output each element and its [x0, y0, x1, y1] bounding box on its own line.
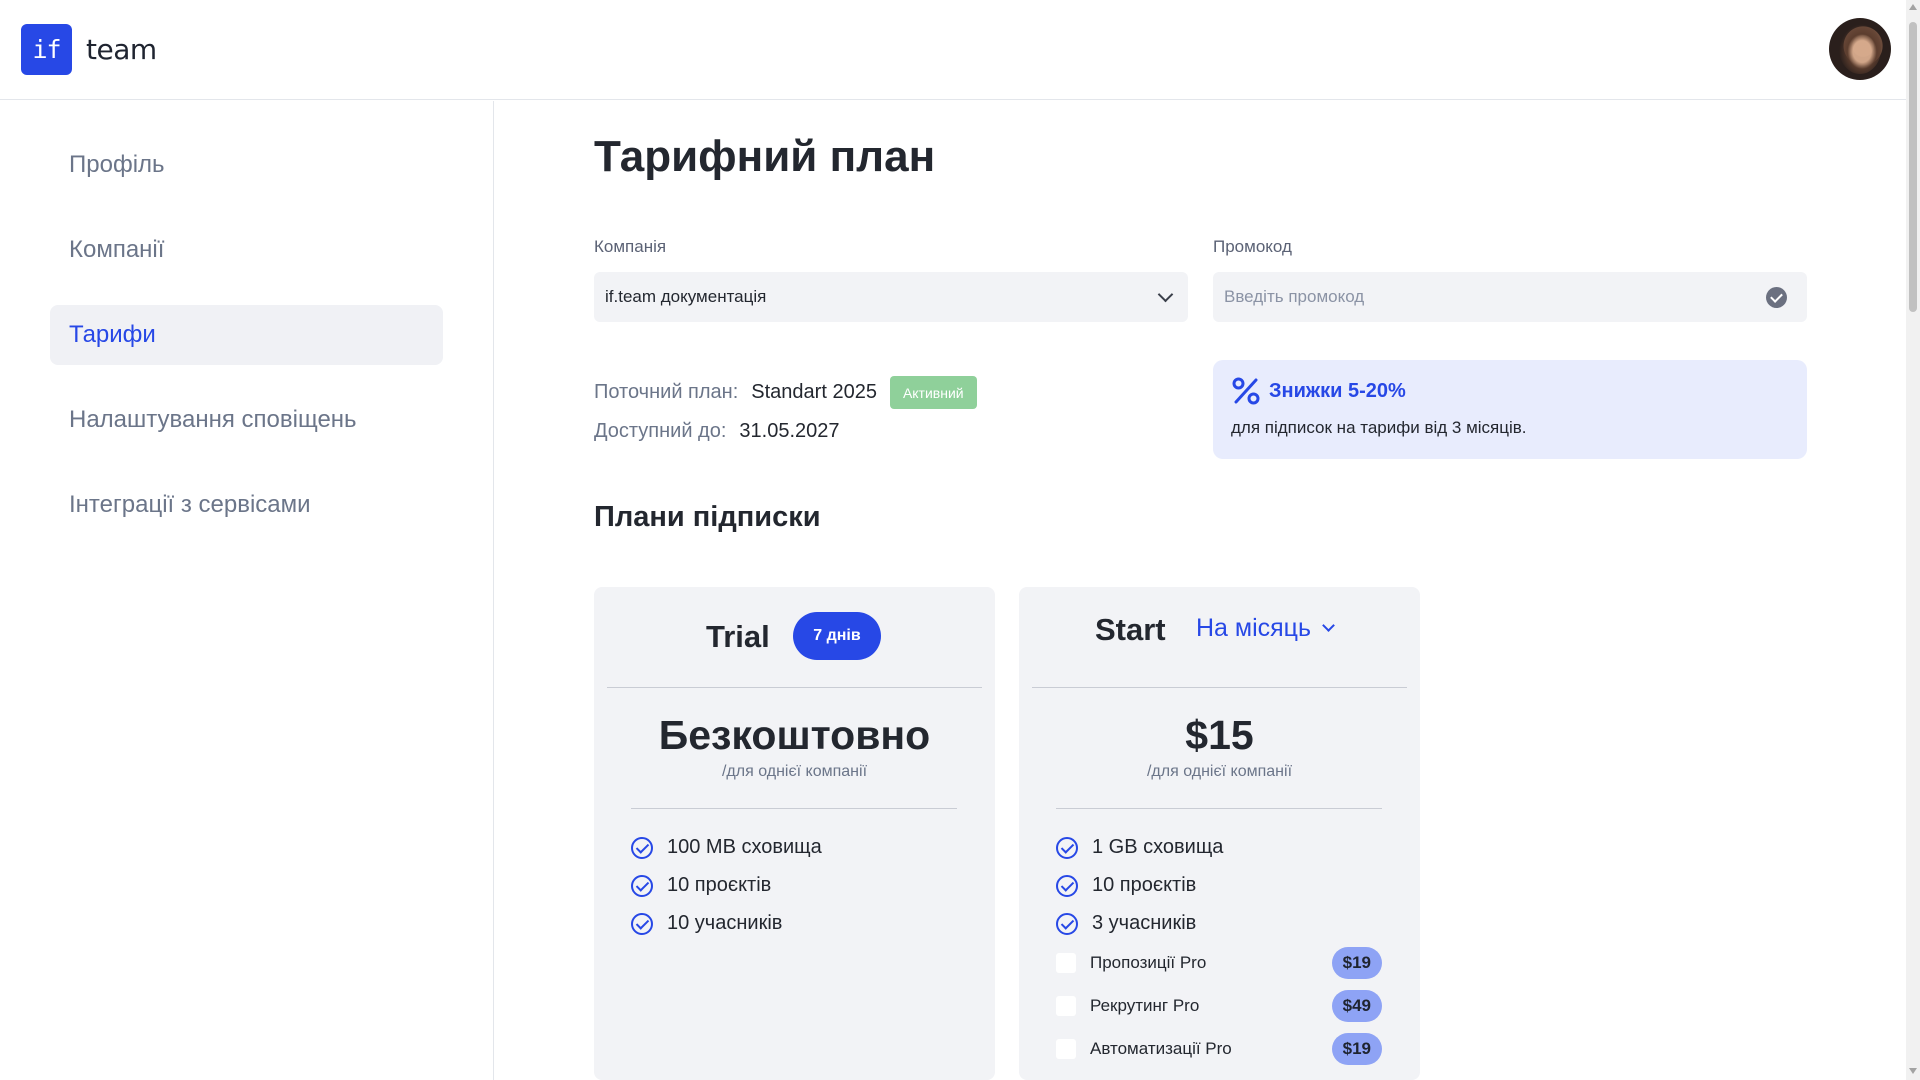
discount-title: Знижки 5-20%	[1269, 380, 1406, 402]
check-circle-icon	[631, 874, 653, 897]
addon-label: Рекрутинг Pro	[1090, 996, 1200, 1015]
status-badge: Активний	[889, 376, 977, 409]
plan-name: Start	[1095, 612, 1166, 647]
sidebar-item-profile[interactable]: Профіль	[50, 135, 443, 195]
promo-label: Промокод	[1213, 237, 1292, 256]
current-plan-label: Поточний план:	[594, 381, 739, 403]
plan-price-unit: /для однієї компанії	[721, 763, 868, 780]
addon-price-badge: $19	[1331, 947, 1382, 979]
logo-mark: if	[21, 24, 72, 75]
card-divider	[1056, 808, 1382, 809]
feature-label: 3 учасників	[1092, 912, 1197, 934]
addon-automations-pro[interactable]: Автоматизації Pro $19	[1056, 1032, 1382, 1066]
check-circle-icon	[1056, 912, 1078, 935]
addon-label: Пропозиції Pro	[1090, 953, 1207, 972]
scroll-down-arrow-icon[interactable]	[1909, 1068, 1917, 1074]
check-circle-icon	[1056, 836, 1078, 859]
card-divider	[1032, 687, 1407, 688]
feature-label: 100 MB сховища	[667, 836, 822, 858]
billing-period-value: На місяць	[1196, 614, 1312, 642]
current-plan-row: Поточний план: Standart 2025 Активний	[594, 376, 977, 409]
avatar[interactable]	[1829, 18, 1891, 80]
card-divider	[631, 808, 957, 809]
check-circle-icon	[631, 912, 653, 935]
addon-proposals-pro[interactable]: Пропозиції Pro $19	[1056, 946, 1382, 980]
addon-checkbox[interactable]	[1056, 1039, 1076, 1059]
company-select-value: if.team документація	[605, 287, 767, 306]
sidebar-item-companies[interactable]: Компанії	[50, 220, 443, 280]
addon-recruiting-pro[interactable]: Рекрутинг Pro $49	[1056, 989, 1382, 1023]
addon-label: Автоматизації Pro	[1090, 1039, 1232, 1058]
chevron-down-icon	[1322, 619, 1335, 632]
current-plan-value: Standart 2025	[751, 381, 877, 403]
sidebar-item-integrations[interactable]: Інтеграції з сервісами	[50, 475, 443, 535]
addon-checkbox[interactable]	[1056, 953, 1076, 973]
card-divider	[607, 687, 982, 688]
available-until-value: 31.05.2027	[739, 420, 840, 442]
trial-days-badge: 7 днів	[793, 612, 881, 660]
plans-section-title: Плани підписки	[594, 501, 821, 533]
page-title: Тарифний план	[594, 132, 936, 181]
feature-label: 10 проєктів	[1092, 874, 1197, 896]
top-header: if team	[0, 0, 1906, 100]
discount-text: для підписок на тарифи від 3 місяців.	[1231, 418, 1527, 437]
feature-item: 10 проєктів	[631, 874, 771, 897]
plan-card-start[interactable]: Start На місяць $15 /для однієї компанії…	[1019, 587, 1420, 1080]
sidebar-item-notifications[interactable]: Налаштування сповіщень	[50, 390, 443, 450]
scroll-thumb[interactable]	[1909, 22, 1917, 312]
sidebar: Профіль Компанії Тарифи Налаштування спо…	[0, 101, 494, 1080]
check-circle-icon	[631, 836, 653, 859]
addon-price-badge: $19	[1331, 1033, 1382, 1065]
company-select[interactable]: if.team документація	[594, 272, 1188, 322]
available-until-row: Доступний до: 31.05.2027	[594, 420, 840, 443]
logo-text: team	[86, 33, 157, 66]
percent-icon	[1232, 377, 1260, 405]
company-label: Компанія	[594, 237, 667, 256]
scroll-up-arrow-icon[interactable]	[1909, 4, 1917, 10]
feature-label: 10 проєктів	[667, 874, 772, 896]
plan-price: Безкоштовно	[658, 712, 931, 758]
check-circle-icon[interactable]	[1766, 287, 1787, 308]
logo[interactable]: if team	[21, 24, 157, 75]
feature-item: 1 GB сховища	[1056, 836, 1223, 859]
plan-card-trial[interactable]: Trial 7 днів Безкоштовно /для однієї ком…	[594, 587, 995, 1080]
available-until-label: Доступний до:	[594, 420, 727, 442]
discount-banner: Знижки 5-20% для підписок на тарифи від …	[1213, 360, 1807, 459]
promo-field[interactable]	[1213, 272, 1807, 322]
feature-item: 10 учасників	[631, 912, 782, 935]
check-circle-icon	[1056, 874, 1078, 897]
addon-price-badge: $49	[1331, 990, 1382, 1022]
plan-price: $15	[1185, 712, 1254, 758]
feature-label: 10 учасників	[667, 912, 783, 934]
chevron-down-icon	[1157, 286, 1174, 303]
feature-label: 1 GB сховища	[1092, 836, 1224, 858]
promo-input[interactable]	[1224, 287, 1744, 307]
plan-price-unit: /для однієї компанії	[1146, 763, 1293, 780]
feature-item: 10 проєктів	[1056, 874, 1196, 897]
feature-item: 100 MB сховища	[631, 836, 822, 859]
plan-name: Trial	[706, 619, 770, 654]
feature-item: 3 учасників	[1056, 912, 1196, 935]
billing-period-select[interactable]: На місяць	[1196, 614, 1335, 643]
addon-checkbox[interactable]	[1056, 996, 1076, 1016]
sidebar-item-tariffs[interactable]: Тарифи	[50, 305, 443, 365]
scrollbar[interactable]	[1906, 0, 1920, 1080]
